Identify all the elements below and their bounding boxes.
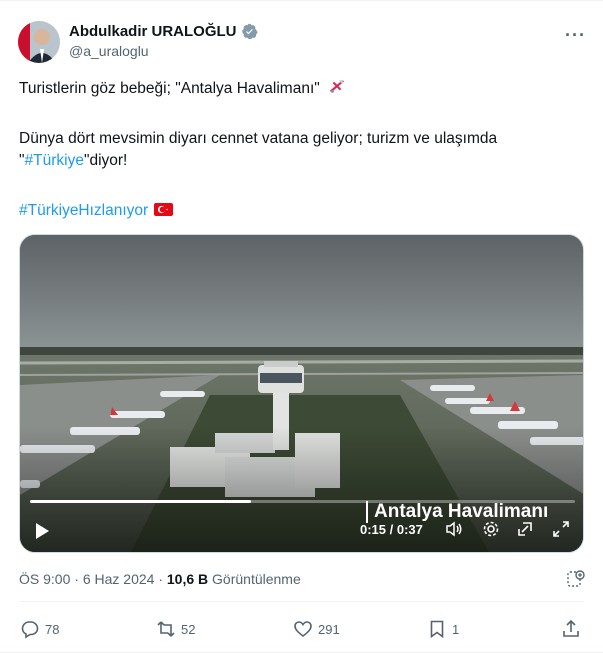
hashtag-turkiye[interactable]: #Türkiye	[25, 152, 84, 169]
tweet-time[interactable]: ÖS 9:00	[19, 571, 70, 587]
tweet-text-1: Turistlerin göz bebeği; "Antalya Havalim…	[19, 80, 320, 97]
bookmark-button[interactable]: 1	[427, 619, 459, 639]
bookmark-icon	[430, 620, 444, 639]
settings-gear-icon[interactable]	[482, 520, 500, 543]
reply-count: 78	[45, 621, 60, 637]
tweet-text-line-4: #TürkiyeHızlanıyor	[19, 200, 174, 221]
pip-icon[interactable]	[516, 520, 534, 543]
share-icon	[563, 619, 579, 637]
bookmark-count: 1	[452, 621, 460, 637]
avatar[interactable]	[18, 21, 60, 63]
like-button[interactable]: 291	[293, 619, 340, 639]
share-button[interactable]	[561, 619, 581, 639]
repost-icon	[157, 621, 175, 637]
more-options-icon[interactable]: ···	[565, 25, 586, 46]
reply-button[interactable]: 78	[20, 619, 59, 639]
video-progress-fill	[30, 500, 251, 503]
tweet-text-2: Dünya dört mevsimin diyarı cennet vatana…	[19, 130, 498, 147]
tweet-text-3-suffix: "diyor!	[83, 152, 128, 169]
author-handle[interactable]: @a_uraloglu	[69, 43, 149, 59]
turkey-flag-icon	[154, 203, 174, 216]
tweet-timestamp: ÖS 9:00 · 6 Haz 2024 · 10,6 B Görüntülen…	[19, 571, 301, 587]
play-icon[interactable]	[34, 522, 50, 545]
divider	[19, 601, 584, 602]
video-time: 0:15 / 0:37	[360, 522, 423, 537]
repost-count: 52	[181, 621, 196, 637]
repost-button[interactable]: 52	[156, 619, 195, 639]
tweet-card: Abdulkadir URALOĞLU @a_uraloglu ··· Turi…	[0, 0, 603, 653]
author-name-row[interactable]: Abdulkadir URALOĞLU	[69, 23, 258, 40]
verified-badge-icon	[241, 23, 258, 40]
volume-icon[interactable]	[445, 520, 463, 543]
heart-icon	[294, 621, 312, 638]
airplane-emoji-icon	[328, 78, 346, 96]
analytics-icon[interactable]	[566, 569, 586, 589]
tweet-date[interactable]: 6 Haz 2024	[83, 571, 155, 587]
like-count: 291	[318, 621, 340, 637]
fullscreen-icon[interactable]	[552, 520, 570, 543]
author-name[interactable]: Abdulkadir URALOĞLU	[69, 23, 237, 40]
views-label: Görüntülenme	[212, 571, 301, 587]
reply-icon	[21, 621, 39, 639]
tweet-text-line-3: "#Türkiye"diyor!	[19, 150, 127, 171]
video-player[interactable]: Antalya Havalimanı 0:15 / 0:37	[19, 234, 584, 553]
views-count: 10,6 B	[166, 571, 209, 587]
hashtag-turkiye-hizlaniyor[interactable]: #TürkiyeHızlanıyor	[19, 202, 148, 219]
tweet-text-line-1: Turistlerin göz bebeği; "Antalya Havalim…	[19, 78, 346, 99]
